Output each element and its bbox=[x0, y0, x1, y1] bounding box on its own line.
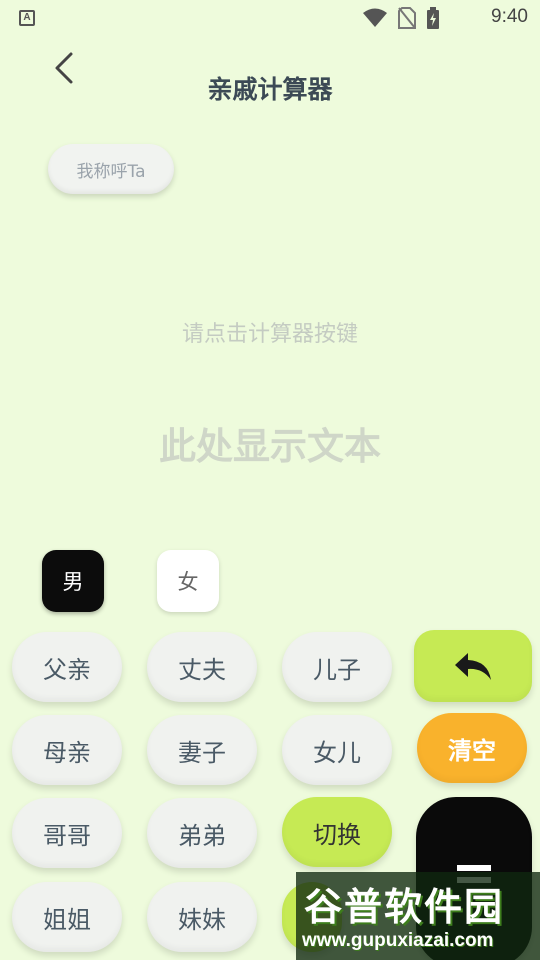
status-bar: A 9:40 bbox=[0, 0, 540, 36]
result-text: 此处显示文本 bbox=[159, 425, 381, 468]
key-son[interactable]: 儿子 bbox=[282, 632, 392, 702]
battery-charging-icon bbox=[427, 7, 439, 29]
clock: 9:40 bbox=[491, 6, 528, 27]
wifi-icon bbox=[363, 8, 387, 27]
key-husband[interactable]: 丈夫 bbox=[147, 632, 257, 702]
clear-button[interactable]: 清空 bbox=[417, 713, 527, 783]
key-younger-sister[interactable]: 妹妹 bbox=[147, 882, 257, 952]
key-younger-brother[interactable]: 弟弟 bbox=[147, 798, 257, 868]
backspace-button[interactable] bbox=[414, 630, 532, 702]
gender-female-button[interactable]: 女 bbox=[157, 550, 219, 612]
reply-arrow-icon bbox=[455, 653, 491, 680]
watermark-url: www.gupuxiazai.com bbox=[302, 930, 494, 951]
watermark-logo: 谷普软件园 bbox=[304, 885, 505, 929]
key-wife[interactable]: 妻子 bbox=[147, 715, 257, 785]
key-mother[interactable]: 母亲 bbox=[12, 715, 122, 785]
watermark: 谷普软件园 www.gupuxiazai.com bbox=[296, 872, 540, 960]
no-sim-icon bbox=[398, 7, 416, 29]
input-prompt: 请点击计算器按键 bbox=[181, 322, 358, 347]
gender-male-button[interactable]: 男 bbox=[42, 550, 104, 612]
call-me-button[interactable]: 我称呼Ta bbox=[48, 144, 174, 194]
status-icons bbox=[362, 7, 440, 29]
app-notification-icon: A bbox=[19, 10, 35, 26]
key-elder-brother[interactable]: 哥哥 bbox=[12, 798, 122, 868]
switch-button[interactable]: 切换 bbox=[282, 797, 392, 867]
key-elder-sister[interactable]: 姐姐 bbox=[12, 882, 122, 952]
key-daughter[interactable]: 女儿 bbox=[282, 715, 392, 785]
page-title: 亲戚计算器 bbox=[207, 75, 333, 104]
key-father[interactable]: 父亲 bbox=[12, 632, 122, 702]
